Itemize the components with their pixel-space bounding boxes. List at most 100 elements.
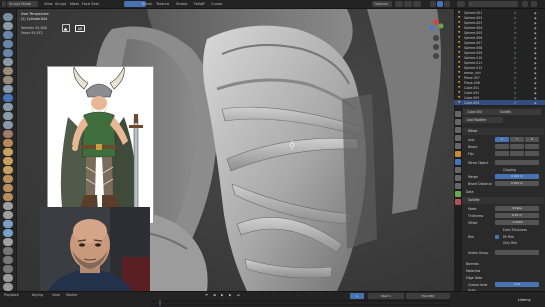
menu-view[interactable]: View xyxy=(44,2,53,6)
particles-tab-icon[interactable] xyxy=(455,167,461,173)
outliner-type-button[interactable] xyxy=(457,1,465,7)
marker-menu[interactable]: Marker xyxy=(66,293,77,297)
bisect-distance-field[interactable]: 0.001 m xyxy=(495,181,539,186)
object-tab-icon[interactable] xyxy=(455,151,461,157)
eye-icon[interactable]: ◉ xyxy=(534,41,537,45)
jump-end-icon[interactable]: ⏭ xyxy=(237,293,240,297)
blob-brush-icon[interactable] xyxy=(3,76,13,84)
only-rim-checkbox[interactable]: Only Rim xyxy=(503,241,517,245)
filter-icon[interactable] xyxy=(522,1,528,7)
play-icon[interactable]: ▶ xyxy=(221,293,224,297)
thumb-brush-icon[interactable] xyxy=(3,175,13,183)
eye-icon[interactable]: ◉ xyxy=(534,76,537,80)
outliner-row-selected[interactable]: ▼ Cube.004 ▽ ◉ xyxy=(454,100,545,105)
fill-rim-checkbox[interactable] xyxy=(495,235,499,239)
eye-icon[interactable]: ◉ xyxy=(534,96,537,100)
clay-strips-brush-icon[interactable] xyxy=(3,40,13,48)
timeline-track[interactable] xyxy=(150,300,450,306)
world-tab-icon[interactable] xyxy=(455,143,461,149)
data-subpanel[interactable]: Data xyxy=(466,190,473,194)
clay-thumb-brush-icon[interactable] xyxy=(3,49,13,57)
eye-icon[interactable]: ◉ xyxy=(534,26,537,30)
view-menu[interactable]: View xyxy=(52,293,60,297)
eye-icon[interactable]: ◉ xyxy=(534,81,537,85)
transform-icon[interactable] xyxy=(3,283,13,291)
eye-icon[interactable]: ◉ xyxy=(534,31,537,35)
vertex-group-field[interactable] xyxy=(495,250,539,255)
multiplane-scrape-icon[interactable] xyxy=(3,130,13,138)
constraints-tab-icon[interactable] xyxy=(455,183,461,189)
eye-icon[interactable]: ◉ xyxy=(534,56,537,60)
merge-field[interactable]: 0.001 m xyxy=(495,174,539,179)
mode-dropdown[interactable]: Simple xyxy=(495,206,539,211)
start-frame-field[interactable]: Start 1 xyxy=(368,293,404,299)
boundary-brush-icon[interactable] xyxy=(3,220,13,228)
output-tab-icon[interactable] xyxy=(455,127,461,133)
pinch-brush-icon[interactable] xyxy=(3,139,13,147)
symmetry-x-button[interactable] xyxy=(395,1,403,7)
draw-face-sets-icon[interactable] xyxy=(3,256,13,264)
flip-y-toggle[interactable] xyxy=(510,151,524,156)
nudge-brush-icon[interactable] xyxy=(3,193,13,201)
flip-x-toggle[interactable] xyxy=(495,151,509,156)
menu-mask[interactable]: Mask xyxy=(70,2,79,6)
outliner-search-input[interactable] xyxy=(468,1,518,7)
tool-falloff[interactable]: Falloff xyxy=(194,2,205,6)
tool-brush[interactable]: Brush xyxy=(142,2,152,6)
menu-sculpt[interactable]: Sculpt xyxy=(55,2,66,6)
mirror-modifier-header[interactable]: Mirror xyxy=(462,128,544,135)
shading-active-button[interactable] xyxy=(437,1,443,7)
tool-stroke[interactable]: Stroke xyxy=(176,2,187,6)
jump-start-icon[interactable]: ⏮ xyxy=(205,293,208,297)
eye-icon[interactable]: ◉ xyxy=(534,46,537,50)
modifier-tab-icon[interactable] xyxy=(455,159,461,165)
mesh-filter-icon[interactable] xyxy=(3,274,13,282)
end-frame-field[interactable]: End 250 xyxy=(406,293,450,299)
cloth-brush-icon[interactable] xyxy=(3,229,13,237)
solidify-modifier-header[interactable]: Solidify xyxy=(462,197,544,204)
eye-icon[interactable]: ◉ xyxy=(534,66,537,70)
next-key-icon[interactable]: ▶ xyxy=(229,293,232,297)
inflate-brush-icon[interactable] xyxy=(3,67,13,75)
thickness-field[interactable]: 0.01 m xyxy=(495,213,539,218)
crease-brush-icon[interactable] xyxy=(3,85,13,93)
new-collection-icon[interactable] xyxy=(531,1,537,7)
eye-icon[interactable]: ◉ xyxy=(534,91,537,95)
axis-y-toggle[interactable]: Y xyxy=(510,137,524,142)
edge-data-subpanel[interactable]: Edge Data xyxy=(466,276,482,280)
tool-tab-icon[interactable] xyxy=(455,111,461,117)
pose-brush-icon[interactable] xyxy=(3,184,13,192)
mirror-object-field[interactable] xyxy=(495,160,539,165)
eye-icon[interactable]: ◉ xyxy=(534,16,537,20)
navigation-gizmo[interactable] xyxy=(426,14,446,62)
scene-tab-icon[interactable] xyxy=(455,135,461,141)
crease-inner-field[interactable]: 0.00 xyxy=(495,282,539,287)
bisect-y-toggle[interactable] xyxy=(510,144,524,149)
bisect-x-toggle[interactable] xyxy=(495,144,509,149)
flatten-brush-icon[interactable] xyxy=(3,103,13,111)
render-tab-icon[interactable] xyxy=(455,119,461,125)
axis-x-toggle[interactable]: X xyxy=(495,137,509,142)
smooth-brush-icon[interactable] xyxy=(3,94,13,102)
fill-brush-icon[interactable] xyxy=(3,112,13,120)
prev-key-icon[interactable]: ◀ xyxy=(213,293,216,297)
current-frame-field[interactable]: 1 xyxy=(350,293,364,299)
symmetry-y-button[interactable] xyxy=(404,1,412,7)
eye-icon[interactable]: ◉ xyxy=(534,21,537,25)
eye-icon[interactable]: ◉ xyxy=(534,61,537,65)
grab-brush-icon[interactable] xyxy=(3,148,13,156)
menu-face-sets[interactable]: Face Sets xyxy=(82,2,99,6)
physics-tab-icon[interactable] xyxy=(455,175,461,181)
normals-subpanel[interactable]: Normals xyxy=(466,262,479,266)
eye-icon[interactable]: ◉ xyxy=(534,36,537,40)
elastic-deform-icon[interactable] xyxy=(3,157,13,165)
keying-menu[interactable]: Keying xyxy=(32,293,43,297)
material-tab-icon[interactable] xyxy=(455,199,461,205)
axis-z-toggle[interactable]: Z xyxy=(525,137,539,142)
image-reference-icon[interactable] xyxy=(62,24,70,32)
flip-z-toggle[interactable] xyxy=(525,151,539,156)
rotate-brush-icon[interactable] xyxy=(3,202,13,210)
simplify-brush-icon[interactable] xyxy=(3,238,13,246)
editor-type-button[interactable] xyxy=(2,1,6,7)
eye-icon[interactable]: ◉ xyxy=(534,11,537,15)
